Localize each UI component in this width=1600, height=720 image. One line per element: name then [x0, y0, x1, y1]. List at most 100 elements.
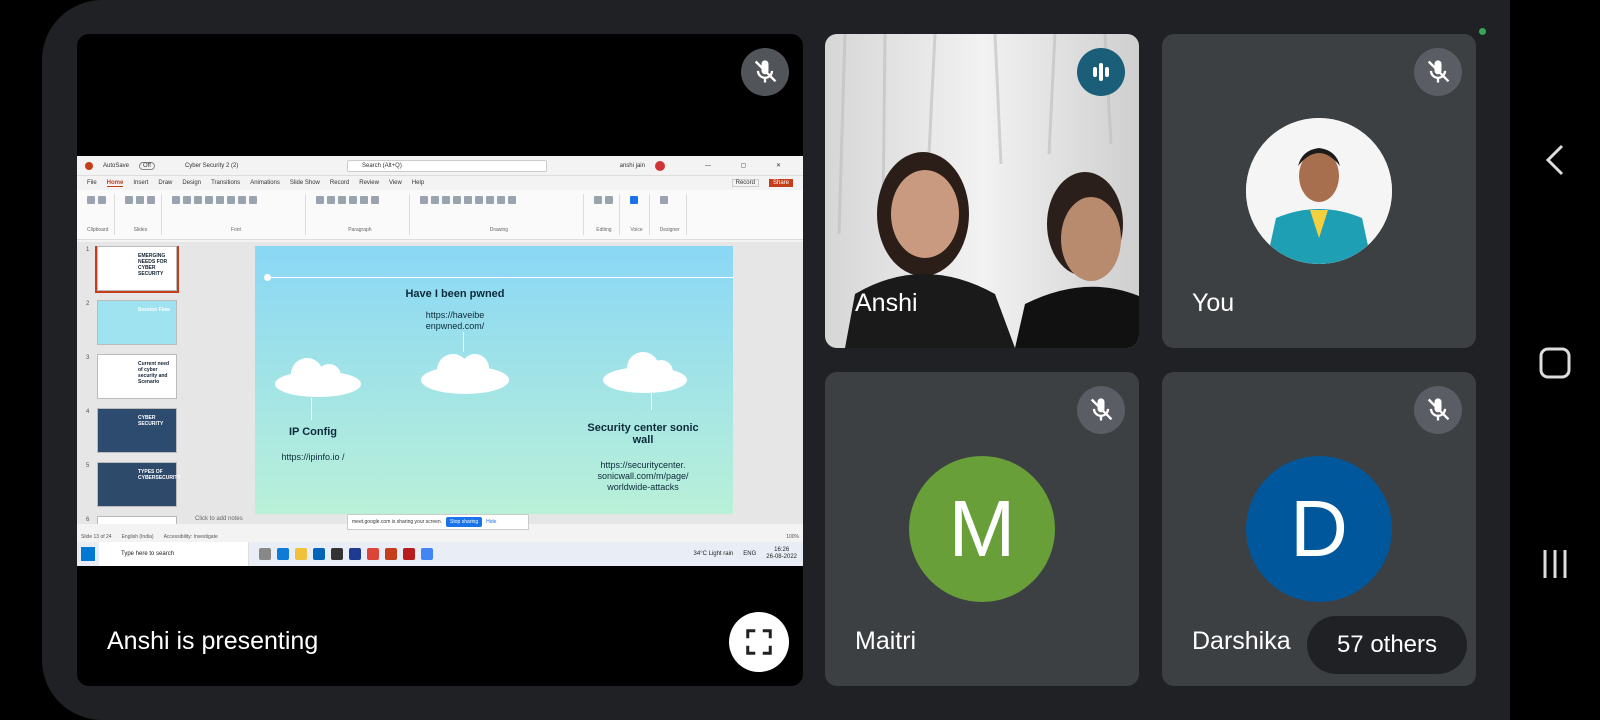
slide-thumbnail-number: 5: [86, 463, 90, 469]
slide-thumbnail-text: CYBER SECURITY: [138, 415, 164, 427]
ppt-menu-item: Record: [329, 180, 350, 186]
chrome-icon: [367, 548, 379, 560]
ribbon-group-label: Editing: [596, 227, 612, 233]
others-count-button[interactable]: 57 others: [1307, 616, 1467, 674]
slide-heading-left: IP Config: [288, 426, 338, 438]
file-explorer-icon: [295, 548, 307, 560]
slide-url-right: https://securitycenter. sonicwall.com/m/…: [597, 460, 689, 492]
ppt-menu-item-active: Home: [106, 179, 124, 187]
status-zoom: 100%: [786, 534, 799, 540]
ppt-record-button: Record: [731, 179, 759, 187]
ppt-menu-item: Transitions: [211, 180, 241, 186]
ribbon-group: Slides: [119, 194, 163, 235]
mail-icon: [313, 548, 325, 560]
recents-icon: [1543, 550, 1567, 578]
ribbon-group: Drawing: [414, 194, 585, 235]
powerpoint-taskbar-icon: [385, 548, 397, 560]
ppt-menu-item: Review: [359, 180, 379, 186]
cloud-icon: [275, 358, 361, 397]
fullscreen-icon: [746, 629, 772, 655]
ribbon-group-label: Font: [230, 227, 241, 233]
clock-time: 16:26: [774, 547, 790, 553]
system-tray: 34°C Light rain ENG 16:26 26-08-2022: [694, 547, 803, 561]
ppt-share-button: Share: [768, 179, 793, 187]
participant-tile-anshi[interactable]: Anshi: [825, 34, 1139, 348]
cloud-icon: [421, 354, 509, 394]
app-icon: [331, 548, 343, 560]
clock-date: 26-08-2022: [766, 554, 797, 560]
slide-thumbnail-text: EMERGING NEEDS FOR CYBER SECURITY: [138, 253, 168, 277]
ribbon-group: Voice: [624, 194, 650, 235]
ribbon-group: Designer: [654, 194, 687, 235]
slide-thumbnail-text: TYPES OF CYBERSECURITY: [138, 469, 181, 481]
shared-screen-powerpoint: AutoSave Off Cyber Security 2 (2) Search…: [77, 156, 803, 566]
slide-thumbnail: 6: [86, 516, 177, 524]
audio-bars-icon: [1093, 63, 1109, 81]
ppt-workspace: 1 EMERGING NEEDS FOR CYBER SECURITY 2 Sessi…: [77, 242, 803, 524]
slide-url-left: https://ipinfo.io /: [281, 452, 345, 462]
ppt-search-box: Search (Alt+Q): [347, 160, 547, 172]
slide-thumbnail-text: Current need of cyber security and Scena…: [138, 361, 170, 385]
language-indicator: ENG: [743, 551, 757, 557]
ppt-menu-item: Insert: [133, 180, 149, 186]
ppt-menu-item: Slide Show: [289, 180, 320, 186]
screen: AutoSave Off Cyber Security 2 (2) Search…: [0, 0, 1600, 720]
ppt-menu-item: Design: [182, 180, 202, 186]
mic-off-icon: [1414, 48, 1462, 96]
status-accessibility: Accessibility: Investigate: [163, 534, 218, 540]
ppt-ribbon: Clipboard Slides Font Paragraph Drawing …: [77, 190, 803, 240]
ribbon-group-label: Designer: [659, 227, 680, 233]
ribbon-group-label: Drawing: [489, 227, 509, 233]
app-icon: [349, 548, 361, 560]
speaking-indicator-icon: [1077, 48, 1125, 96]
home-square-icon: [1539, 347, 1571, 379]
app-icon: [403, 548, 415, 560]
recording-indicator-dot: [1479, 28, 1486, 35]
windows-taskbar: Type here to search 34°C Light rain ENG: [77, 542, 803, 566]
ppt-window-controls: — ▢ ✕: [704, 163, 795, 169]
slide-heading-right: Security center sonic wall: [587, 422, 699, 446]
avatar: [1246, 118, 1392, 264]
ribbon-group-label: Voice: [630, 227, 643, 233]
slide-thumbnail: 1 EMERGING NEEDS FOR CYBER SECURITY: [86, 246, 179, 293]
ribbon-group: Editing: [588, 194, 621, 235]
hide-button: Hide: [486, 519, 497, 525]
windows-start-icon: [81, 547, 95, 561]
document-title: Cyber Security 2 (2): [184, 162, 239, 169]
slide-thumbnail-number: 1: [86, 247, 90, 253]
mic-off-icon-svg: [1090, 398, 1113, 421]
status-language: English (India): [121, 534, 154, 540]
slide-thumbnail: 3 Current need of cyber security and Scen…: [86, 354, 177, 399]
back-chevron-icon: [1545, 144, 1564, 176]
avatar: D: [1246, 456, 1392, 602]
autosave-label: AutoSave: [103, 162, 130, 169]
connector-line: [651, 392, 652, 410]
profile-photo: [1246, 118, 1392, 264]
presentation-tile[interactable]: AutoSave Off Cyber Security 2 (2) Search…: [77, 34, 803, 686]
share-notice-text: meet.google.com is sharing your screen.: [352, 519, 443, 525]
participant-tile-maitri[interactable]: M Maitri: [825, 372, 1139, 686]
fullscreen-button[interactable]: [729, 612, 789, 672]
back-button[interactable]: [1520, 142, 1590, 178]
powerpoint-logo-icon: [85, 161, 93, 170]
recents-button[interactable]: [1520, 548, 1590, 580]
ribbon-group: Paragraph: [310, 194, 411, 235]
autosave-toggle: Off: [139, 161, 155, 170]
current-slide: Have I been pwned https://haveibe enpwne…: [255, 246, 733, 514]
mic-off-icon: [1414, 386, 1462, 434]
slide-thumbnail-number: 2: [86, 301, 90, 307]
stop-sharing-button: Stop sharing: [446, 517, 483, 527]
connector-line: [311, 398, 312, 420]
ppt-menu-item: Animations: [250, 180, 280, 186]
edge-icon: [277, 548, 289, 560]
chrome-icon: [421, 548, 433, 560]
avatar: M: [909, 456, 1055, 602]
ppt-menu-item: Draw: [158, 180, 173, 186]
participant-tile-you[interactable]: You: [1162, 34, 1476, 348]
mic-off-icon-svg: [1427, 398, 1450, 421]
home-button[interactable]: [1520, 346, 1590, 380]
ppt-title-bar: AutoSave Off Cyber Security 2 (2) Search…: [77, 156, 803, 176]
ribbon-group-label: Paragraph: [348, 227, 372, 233]
slide-url-center: https://haveibe enpwned.com/: [425, 310, 485, 331]
participant-name: You: [1192, 289, 1235, 317]
